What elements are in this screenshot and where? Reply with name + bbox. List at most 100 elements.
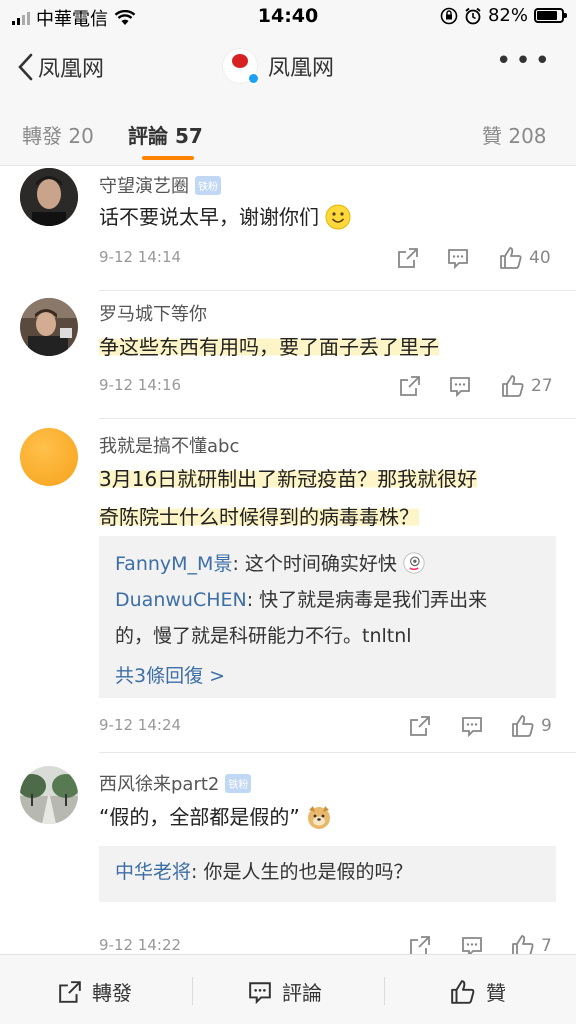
- user-avatar[interactable]: [20, 298, 78, 356]
- reply-username[interactable]: 中华老将: [115, 861, 191, 883]
- comment-text-content: 争这些东西有用吗，要了面子丢了里子: [99, 335, 439, 359]
- like-count: 9: [541, 716, 552, 736]
- chevron-left-icon: [18, 53, 33, 81]
- reply-text: 你是人生的也是假的吗？: [203, 861, 413, 883]
- comment-divider: [99, 290, 576, 291]
- repost-label: 轉發: [92, 981, 132, 1005]
- rotation-lock-icon: [440, 7, 458, 24]
- more-dots-icon: •••: [495, 46, 554, 76]
- more-replies-link[interactable]: 共3條回復 >: [115, 658, 540, 694]
- reply-text: 这个时间确实好快: [244, 553, 397, 575]
- comment-icon: [249, 981, 271, 1004]
- doge-emoji-icon: [308, 806, 331, 829]
- nav-bar: 凤凰网 凤凰网 •••: [0, 34, 576, 100]
- tab-comments-count: 57: [174, 124, 203, 148]
- like-main-button[interactable]: 贊: [450, 977, 506, 1006]
- reply-username[interactable]: FannyM_M景: [115, 553, 232, 575]
- comment-icon: [462, 717, 482, 737]
- thumbs-up-icon: [502, 375, 524, 397]
- username-text: 罗马城下等你: [99, 304, 207, 325]
- dizzy-emoji-icon: [403, 552, 425, 574]
- like-count: 7: [541, 936, 552, 956]
- like-label: 贊: [486, 981, 506, 1005]
- more-options-button[interactable]: •••: [496, 46, 554, 76]
- nav-title-group[interactable]: 凤凰网: [222, 48, 335, 85]
- username-text: 守望演艺圈: [99, 176, 189, 197]
- user-avatar[interactable]: [20, 428, 78, 486]
- like-button[interactable]: 9: [511, 712, 552, 740]
- user-avatar[interactable]: [20, 168, 78, 226]
- comment-button[interactable]: 評論: [248, 977, 322, 1006]
- bottom-action-bar: 轉發 評論 贊: [0, 954, 576, 1024]
- back-button[interactable]: 凤凰网: [16, 51, 104, 83]
- comment-text-line: 奇陈院士什么时候得到的病毒毒株？: [99, 505, 419, 529]
- comment-text-content: “假的，全部都是假的”: [99, 805, 300, 829]
- reply-colon: :: [246, 589, 260, 611]
- reply-item: 中华老将: 你是人生的也是假的吗？: [115, 854, 540, 890]
- thumbs-up-icon: [512, 715, 534, 737]
- share-icon: [410, 716, 430, 736]
- reply-item: DuanwuCHEN: 快了就是病毒是我们弄出来: [115, 582, 540, 618]
- comment-time: 9-12 14:14: [99, 248, 182, 266]
- tab-repost-count: 20: [68, 124, 94, 148]
- tab-likes[interactable]: 贊 208: [482, 120, 547, 149]
- tree-road-photo-icon: [20, 766, 78, 824]
- battery-percent: 82%: [487, 5, 528, 26]
- tab-likes-label: 贊: [482, 124, 502, 148]
- reply-item: FannyM_M景: 这个时间确实好快: [115, 546, 540, 582]
- comment-meta: 9-12 14:16 27: [99, 372, 557, 400]
- comment-divider: [99, 752, 576, 753]
- share-icon: [59, 980, 81, 1003]
- reply-button[interactable]: [449, 372, 471, 400]
- share-button[interactable]: [397, 244, 419, 272]
- reply-box[interactable]: FannyM_M景: 这个时间确实好快 DuanwuCHEN: 快了就是病毒是我…: [99, 536, 556, 698]
- smile-emoji-icon: [325, 204, 351, 230]
- like-button[interactable]: 40: [499, 244, 551, 272]
- thumbs-up-icon: [500, 247, 522, 269]
- comment-username[interactable]: 守望演艺圈 铁粉: [99, 172, 221, 198]
- bar-divider: [384, 977, 385, 1005]
- reply-button[interactable]: [461, 712, 483, 740]
- man-portrait-icon: [20, 168, 78, 226]
- active-tab-indicator: [142, 156, 194, 160]
- share-button[interactable]: [409, 712, 431, 740]
- comment-username[interactable]: 罗马城下等你: [99, 300, 207, 326]
- repost-button[interactable]: 轉發: [58, 977, 132, 1006]
- tab-repost[interactable]: 轉發 20: [22, 120, 94, 149]
- reply-text-continued: 的，慢了就是科研能力不行。tnltnl: [115, 625, 412, 647]
- tab-likes-count: 208: [508, 124, 547, 148]
- comment-username[interactable]: 我就是搞不懂abc: [99, 432, 239, 458]
- like-count: 40: [529, 248, 551, 268]
- tab-comments-label: 評論: [128, 124, 168, 148]
- reply-colon: :: [191, 861, 204, 883]
- share-button[interactable]: [399, 372, 421, 400]
- back-label: 凤凰网: [38, 57, 105, 82]
- comment-time: 9-12 14:22: [99, 936, 182, 954]
- comment-username[interactable]: 西风徐来part2 铁粉: [99, 770, 252, 796]
- reply-username[interactable]: DuanwuCHEN: [115, 589, 247, 611]
- tab-comments[interactable]: 評論 57: [128, 120, 203, 149]
- comment-divider: [99, 418, 576, 419]
- fan-badge: 铁粉: [225, 773, 252, 793]
- like-count: 27: [531, 376, 553, 396]
- comment-text: 3月16日就研制出了新冠疫苗？那我就很好 奇陈院士什么时候得到的病毒毒株？: [99, 460, 554, 536]
- comment-text: 话不要说太早，谢谢你们: [99, 198, 554, 236]
- reply-text: 快了就是病毒是我们弄出来: [259, 589, 488, 611]
- share-icon: [398, 248, 418, 268]
- bar-divider: [192, 977, 193, 1005]
- reply-box[interactable]: 中华老将: 你是人生的也是假的吗？: [99, 846, 556, 902]
- comment-icon: [448, 249, 468, 269]
- comment-meta: 9-12 14:24 9: [99, 712, 557, 740]
- status-right: 82%: [440, 5, 567, 26]
- reply-button[interactable]: [447, 244, 469, 272]
- alarm-icon: [465, 7, 481, 24]
- comment-meta: 9-12 14:14 40: [99, 244, 557, 272]
- like-button[interactable]: 27: [501, 372, 553, 400]
- username-text: 西风徐来part2: [99, 774, 220, 795]
- account-logo-icon: [222, 48, 260, 85]
- nav-title: 凤凰网: [268, 56, 335, 81]
- tab-repost-label: 轉發: [22, 124, 62, 148]
- reply-colon: :: [232, 553, 245, 575]
- comment-time: 9-12 14:16: [99, 376, 182, 394]
- user-avatar[interactable]: [20, 766, 78, 824]
